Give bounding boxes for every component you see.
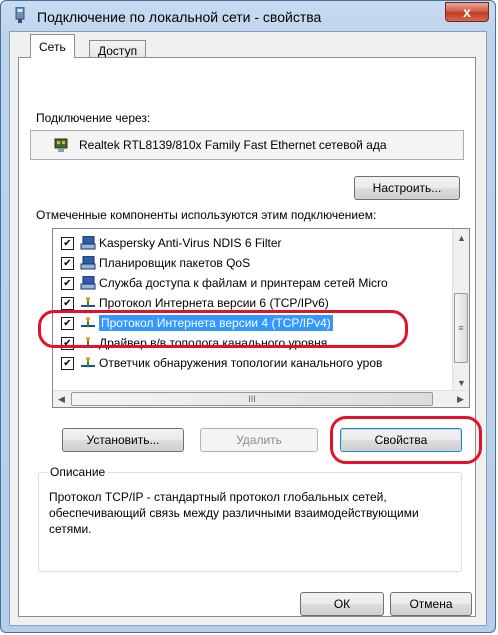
checkbox[interactable]: ✔ [61,236,74,250]
network-client-icon [80,236,96,250]
scroll-left-icon[interactable]: ◀ [53,391,70,407]
checkbox[interactable]: ✔ [61,336,74,350]
list-item-label: Планировщик пакетов QoS [99,256,251,270]
checkbox[interactable]: ✔ [61,356,74,370]
connect-via-label: Подключение через: [36,111,151,125]
configure-button-label: Настроить... [372,181,442,195]
close-button[interactable]: x [445,2,489,22]
network-service-icon [80,256,96,270]
list-item-label: Ответчик обнаружения топологии канальног… [99,356,383,370]
ok-button[interactable]: ОК [300,592,384,616]
tab-sharing-label: Доступ [98,43,138,58]
properties-button-label: Свойства [374,433,428,447]
network-protocol-icon [81,337,95,347]
remove-button-label: Удалить [236,433,282,447]
network-protocol-icon [81,297,95,307]
components-label: Отмеченные компоненты используются этим … [36,208,377,222]
components-list[interactable]: ✔ Kaspersky Anti-Virus NDIS 6 Filter ✔ П… [52,228,470,408]
checkbox[interactable]: ✔ [61,316,74,330]
list-item-label: Служба доступа к файлам и принтерам сете… [99,276,388,290]
list-item[interactable]: ✔ Kaspersky Anti-Virus NDIS 6 Filter [53,233,451,253]
network-card-icon [54,138,68,152]
list-item[interactable]: ✔ Служба доступа к файлам и принтерам се… [53,273,451,293]
remove-button[interactable]: Удалить [200,428,318,452]
horizontal-scroll-thumb[interactable]: III [71,392,433,406]
description-text: Протокол TCP/IP - стандартный протокол г… [49,490,419,536]
list-item-label: Протокол Интернета версии 6 (TCP/IPv6) [99,296,329,310]
configure-button[interactable]: Настроить... [354,176,460,200]
install-button[interactable]: Установить... [62,428,184,452]
list-item[interactable]: ✔ Драйвер в/в тополога канального уровня [53,333,451,353]
cancel-button-label: Отмена [409,597,453,611]
vertical-scroll-thumb[interactable]: ≡ [454,293,468,363]
horizontal-scrollbar[interactable]: ◀ III ▶ [53,390,469,407]
scroll-right-icon[interactable]: ▶ [452,391,469,407]
adapter-field: Realtek RTL8139/810x Family Fast Etherne… [30,130,464,160]
ok-button-label: ОК [333,597,351,611]
list-item-selected[interactable]: ✔ Протокол Интернета версии 4 (TCP/IPv4) [53,313,451,333]
grip-icon: ≡ [458,323,464,333]
tab-network[interactable]: Сеть [30,34,75,58]
install-button-label: Установить... [86,433,160,447]
window-title: Подключение по локальной сети - свойства [37,9,322,25]
network-protocol-icon [81,357,95,367]
scroll-up-icon[interactable]: ▲ [453,229,469,246]
grip-icon: III [248,394,256,404]
tab-network-label: Сеть [39,39,66,54]
cancel-button[interactable]: Отмена [390,592,472,616]
list-item-label: Драйвер в/в тополога канального уровня [99,336,328,350]
network-service-icon [80,276,96,290]
checkbox[interactable]: ✔ [61,256,74,270]
list-item[interactable]: ✔ Ответчик обнаружения топологии канальн… [53,353,451,373]
adapter-name: Realtek RTL8139/810x Family Fast Etherne… [79,138,387,152]
checkbox[interactable]: ✔ [61,296,74,310]
list-item-label: Kaspersky Anti-Virus NDIS 6 Filter [99,236,282,250]
vertical-scrollbar[interactable]: ▲ ≡ ▼ [452,229,469,391]
network-adapter-icon [15,7,25,23]
list-item-label: Протокол Интернета версии 4 (TCP/IPv4) [99,315,333,331]
title-bar[interactable]: Подключение по локальной сети - свойства… [1,1,495,31]
checkbox[interactable]: ✔ [61,276,74,290]
list-item[interactable]: ✔ Протокол Интернета версии 6 (TCP/IPv6) [53,293,451,313]
close-icon: x [463,4,471,20]
list-item[interactable]: ✔ Планировщик пакетов QoS [53,253,451,273]
network-protocol-icon [81,317,95,327]
description-title: Описание [47,465,109,479]
description-group: Описание Протокол TCP/IP - стандартный п… [38,465,462,572]
scroll-down-icon[interactable]: ▼ [453,374,469,391]
properties-button[interactable]: Свойства [340,428,462,452]
